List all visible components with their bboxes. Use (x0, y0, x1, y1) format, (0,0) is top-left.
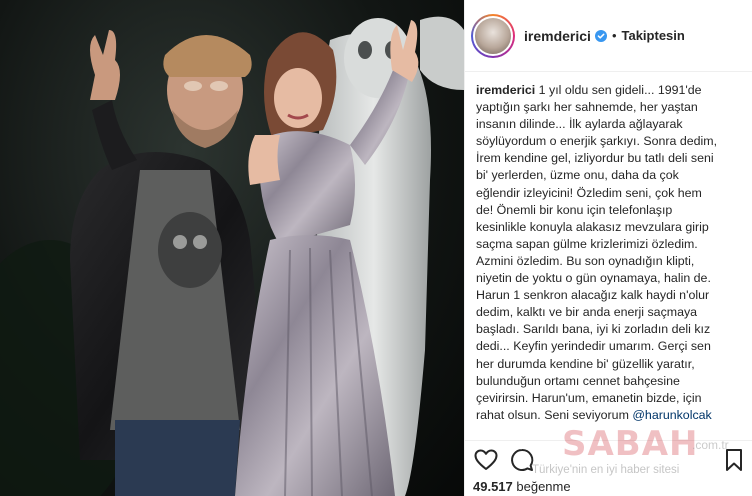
verified-badge-icon (594, 29, 607, 42)
likes-number: 49.517 (473, 479, 513, 494)
caption-line: dedim, kalktı ve bir anda enerji saçmaya (476, 305, 698, 320)
caption-line: bulunduğun ortamı cennet bahçesine (476, 373, 680, 388)
caption-line: dedi... Keyfin yerindedir umarım. Gerçi … (476, 339, 711, 354)
caption-line: niyetin de yoktu o gün oynamaya, halin d… (476, 271, 711, 286)
follow-status-button[interactable]: Takiptesin (622, 28, 685, 43)
caption-line: 1 yıl oldu sen gideli... 1991'de (535, 83, 702, 97)
caption-line: rahat olsun. Seni seviyorum (476, 407, 633, 422)
caption-line: de! Önemli bir konu için telefonlaşıp (476, 202, 673, 217)
caption-line: çevirirsin. Harun'um, emanetin bizde, iç… (476, 390, 702, 405)
post-photo-illustration (0, 16, 464, 496)
post-side-panel: iremderici • Takiptesin iremderici 1 yıl… (464, 0, 752, 496)
header-separator: • (611, 28, 617, 43)
caption-line: saçma sapan gülme krizlerimizi özledim. (476, 236, 698, 251)
likes-count[interactable]: 49.517 beğenme (473, 479, 571, 494)
heart-icon[interactable] (473, 447, 499, 473)
profile-avatar[interactable] (471, 13, 515, 58)
likes-label: beğenme (516, 479, 571, 494)
caption-line: başladı. Sarıldı bana, iyi ki zorladın d… (476, 322, 711, 337)
caption-line: Harun 1 senkron alacağız kalk haydi n'ol… (476, 288, 710, 303)
post-header: iremderici • Takiptesin (465, 0, 752, 72)
caption-line: eğlendir izleyicini! Özledim seni, çok h… (476, 185, 702, 200)
caption-line: İrem kendine gel, izliyordur bu tatlı de… (476, 151, 714, 166)
caption-line: bi' yerlerden, üzme onu, daha da çok (476, 168, 679, 183)
caption-line: söylüyordum o enerjik şarkıyı. Sonra ded… (476, 134, 718, 149)
comment-icon[interactable] (509, 447, 535, 473)
caption-line: insanın dilinde... İlk aylarda ağlayarak (476, 117, 683, 132)
caption-line: yaptığın şarkı her sahnemde, her yaştan (476, 100, 698, 115)
post-photo[interactable] (0, 0, 464, 496)
post-username[interactable]: iremderici (524, 28, 591, 44)
caption-line: Azmini özledim. Bu son oynadığın klipti, (476, 253, 695, 268)
avatar-image (473, 15, 513, 56)
post-actions-bar: 49.517 beğenme (465, 440, 752, 496)
bookmark-icon[interactable] (721, 447, 747, 473)
caption-line: her durumda kendine bi' güzellik yaratır… (476, 356, 695, 371)
caption-username[interactable]: iremderici (476, 83, 535, 97)
caption-line: kesinlikle konuyla alakasız mevzulara gi… (476, 219, 709, 234)
caption-mention-link[interactable]: @harunkolcak (632, 408, 711, 422)
post-caption: iremderici 1 yıl oldu sen gideli... 1991… (476, 82, 748, 430)
